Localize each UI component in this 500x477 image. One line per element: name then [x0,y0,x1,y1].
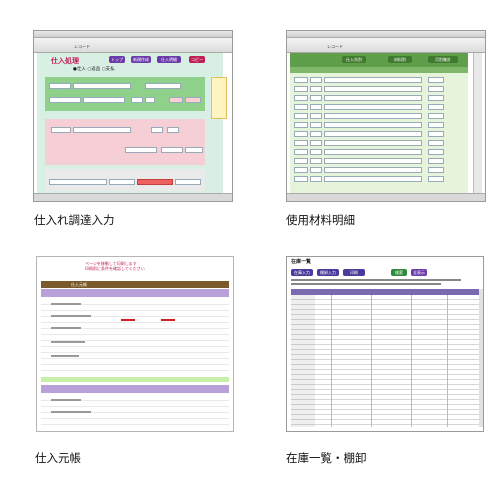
window-titlebar [287,31,485,38]
tab-supplier[interactable]: 仕入先別 [342,56,366,63]
field-item-code[interactable] [51,127,71,133]
field-date[interactable] [145,83,181,89]
ledger-header-bar: 仕入元帳 [41,281,229,288]
item-block [45,119,205,165]
field-tax[interactable] [169,97,183,103]
field-amount[interactable] [185,147,203,153]
stock-entry-button[interactable]: 在庫入力 [291,269,313,276]
row-9[interactable] [294,149,466,155]
caption-material-detail: 使用材料明細 [286,213,355,227]
purchase-ledger-screenshot[interactable]: ページを移動して印刷します 印刷前に条件を確認してください 仕入元帳 [36,256,234,432]
field-month[interactable] [145,97,155,103]
row-11[interactable] [294,167,466,173]
toolbar-record-label: レコード [74,44,90,49]
ledger-subheader [41,289,229,297]
caption-inventory-list: 在庫一覧・棚卸 [286,451,367,465]
row-12[interactable] [294,176,466,182]
field-tax-amount[interactable] [161,147,183,153]
tab-monthly[interactable]: 月別集計 [428,56,458,63]
inventory-table [291,295,479,427]
inventory-title: 在庫一覧 [291,259,312,265]
note-line-2: 印刷前に条件を確認してください [85,266,145,271]
detail-form: 仕入先別 材料別 月別集計 [290,53,468,193]
inventory-list-screenshot[interactable]: 在庫一覧 在庫入力 棚卸入力 印刷 検索 全表示 [286,256,484,432]
toolbar-record-label: レコード [327,44,343,49]
info-lines [291,279,471,287]
field-unit[interactable] [167,127,179,133]
card-purchase-ledger: ページを移動して印刷します 印刷前に条件を確認してください 仕入元帳 仕入元帳 [0,240,250,477]
row-4[interactable] [294,104,466,110]
detail-button[interactable]: 仕入明細 [157,56,181,63]
total-block [45,169,205,191]
field-price[interactable] [125,147,157,153]
row-7[interactable] [294,131,466,137]
card-material-detail: レコード 仕入先別 材料別 月別集計 使用材料明細 [250,0,500,240]
window-toolbar: レコード [34,38,232,53]
copy-button[interactable]: コピー [189,56,205,63]
form-title: 仕入処理 [51,57,79,65]
ledger-table-1 [41,299,229,375]
print-button[interactable]: 印刷 [343,269,365,276]
form-area: 仕入処理 トップ 新規作成 仕入明細 コピー ●仕入 ○返品 ○支払 [37,53,227,193]
field-balance[interactable] [137,179,173,185]
field-total[interactable] [175,179,201,185]
show-all-button[interactable]: 全表示 [411,269,427,276]
scrollbar[interactable] [473,53,482,193]
row-8[interactable] [294,140,466,146]
window-toolbar: レコード [287,38,485,53]
row-3[interactable] [294,95,466,101]
ledger-section2-header [41,385,229,393]
note-box: ページを移動して印刷します 印刷前に条件を確認してください [85,261,225,277]
purchase-entry-screenshot[interactable]: レコード 仕入処理 トップ 新規作成 仕入明細 コピー ●仕入 ○返品 ○支払 [33,30,233,202]
caption-purchase-entry: 仕入れ調達入力 [34,213,115,227]
window-statusbar [34,193,232,201]
top-button[interactable]: トップ [109,56,125,63]
column-header [290,67,468,73]
row-6[interactable] [294,122,466,128]
search-button[interactable]: 検索 [391,269,407,276]
new-button[interactable]: 新規作成 [131,56,151,63]
radio-return[interactable]: 返品 [91,67,100,72]
card-purchase-entry: レコード 仕入処理 トップ 新規作成 仕入明細 コピー ●仕入 ○返品 ○支払 [0,0,250,240]
field-rate[interactable] [185,97,201,103]
inventory-scrollbar[interactable] [479,289,483,427]
type-radio-group[interactable]: ●仕入 ○返品 ○支払 [73,66,115,72]
tab-bar: 仕入先別 材料別 月別集計 [290,53,468,67]
radio-purchase[interactable]: 仕入 [77,67,86,72]
field-year[interactable] [131,97,143,103]
field-mail[interactable] [83,97,125,103]
material-detail-screenshot[interactable]: レコード 仕入先別 材料別 月別集計 [286,30,486,202]
field-purchase-type[interactable] [49,179,107,185]
stocktake-button[interactable]: 棚卸入力 [317,269,339,276]
header-block [45,77,205,111]
window-titlebar [34,31,232,38]
field-item-name[interactable] [73,127,131,133]
field-sum[interactable] [109,179,135,185]
window-statusbar [287,193,485,201]
row-10[interactable] [294,158,466,164]
ledger-header-text: 仕入元帳 [71,282,87,287]
field-supplier-code[interactable] [49,83,71,89]
ledger-subtotal-bar [41,377,229,382]
field-qty[interactable] [151,127,163,133]
ledger-table-2 [41,395,229,429]
field-tel[interactable] [49,97,81,103]
row-5[interactable] [294,113,466,119]
row-2[interactable] [294,86,466,92]
card-inventory-list: 在庫一覧 在庫入力 棚卸入力 印刷 検索 全表示 在庫一覧・棚卸 [250,240,500,477]
side-note [211,77,227,119]
caption-purchase-ledger: 仕入元帳 [35,451,81,465]
field-supplier-name[interactable] [73,83,131,89]
radio-payment[interactable]: 支払 [106,67,115,72]
row-1[interactable] [294,77,466,83]
tab-material[interactable]: 材料別 [388,56,412,63]
